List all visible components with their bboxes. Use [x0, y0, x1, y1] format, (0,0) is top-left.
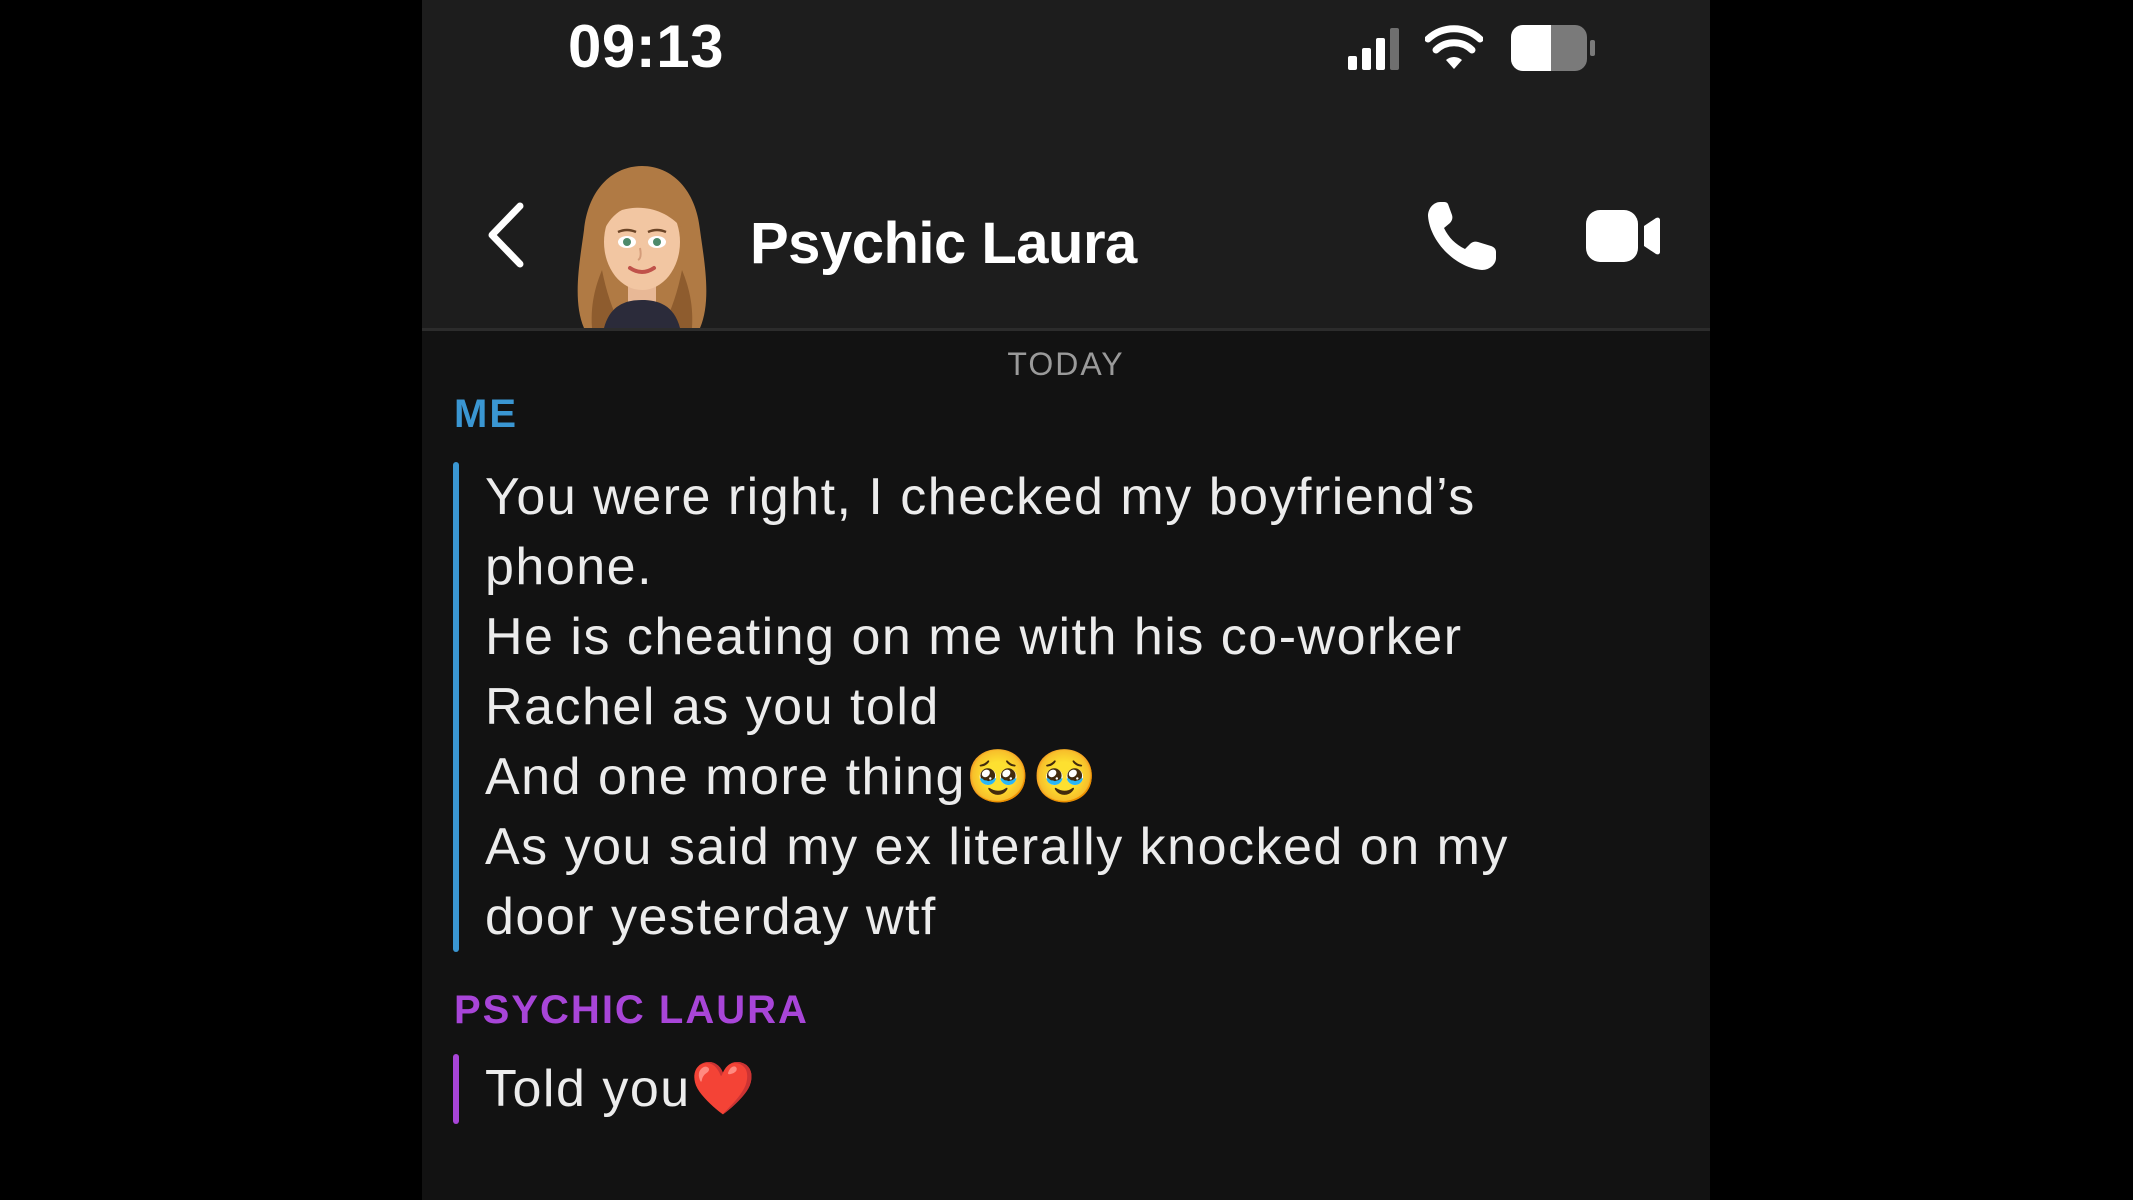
message-accent-bar: [453, 462, 459, 952]
message-line: And one more thing🥹🥹: [485, 748, 1099, 806]
wifi-icon: [1425, 25, 1483, 69]
sender-label-me: ME: [454, 392, 518, 436]
message-group-me[interactable]: You were right, I checked my boyfriend’s…: [453, 462, 1653, 952]
contact-avatar[interactable]: [562, 160, 722, 328]
back-chevron-icon[interactable]: [482, 200, 532, 270]
message-line: door yesterday wtf: [485, 888, 937, 946]
message-line: Rachel as you told: [485, 678, 940, 736]
message-line: He is cheating on me with his co-worker: [485, 608, 1463, 666]
message-line: Told you❤️: [485, 1060, 757, 1118]
video-camera-icon[interactable]: [1582, 204, 1662, 268]
message-line: You were right, I checked my boyfriend’s: [485, 468, 1476, 526]
chat-screen: 09:13 Psychic Laura TODAY ME You were ri…: [422, 0, 1710, 1200]
status-icons: [1348, 20, 1597, 76]
sender-label-psychic-laura: PSYCHIC LAURA: [454, 988, 809, 1032]
message-accent-bar: [453, 1054, 459, 1124]
chat-header: 09:13 Psychic Laura: [422, 0, 1710, 331]
day-separator: TODAY: [1007, 346, 1125, 382]
phone-icon[interactable]: [1422, 196, 1502, 276]
message-group-psychic-laura[interactable]: Told you❤️: [453, 1054, 1653, 1124]
contact-name[interactable]: Psychic Laura: [750, 210, 1137, 277]
battery-icon: [1511, 25, 1595, 71]
message-line: As you said my ex literally knocked on m…: [485, 818, 1509, 876]
cellular-signal-icon: [1348, 26, 1399, 70]
status-time: 09:13: [568, 13, 724, 80]
message-line: phone.: [485, 538, 654, 596]
